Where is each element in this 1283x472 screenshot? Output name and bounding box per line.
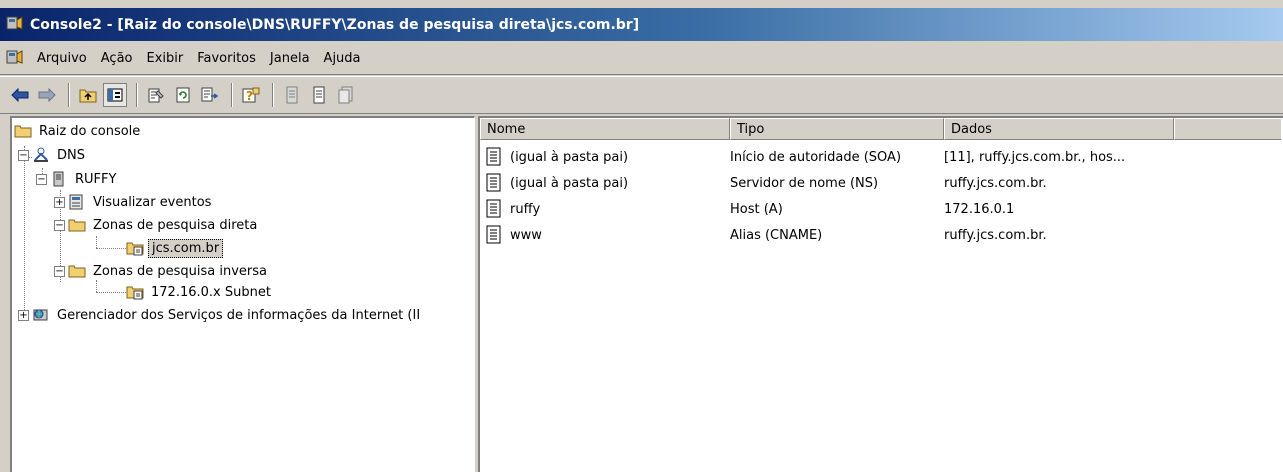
properties-icon[interactable]: [144, 83, 168, 107]
record-icon: [486, 173, 501, 192]
record-type: Servidor de nome (NS): [730, 175, 879, 191]
table-row[interactable]: (igual à pasta pai) Servidor de nome (NS…: [480, 170, 1200, 196]
record-icon: [486, 225, 501, 244]
server-icon: [53, 171, 64, 187]
record-data: [11], ruffy.jcs.com.br., hos...: [944, 149, 1126, 165]
tree-label: Zonas de pesquisa direta: [93, 217, 258, 233]
tree-node-subnet[interactable]: 172.16.0.x Subnet: [126, 281, 274, 303]
menu-janela[interactable]: Janela: [263, 49, 317, 68]
back-icon[interactable]: [8, 83, 32, 107]
console-tree-pane[interactable]: Raiz do console − DNS − RUFFY + Visualiz…: [10, 116, 475, 472]
toolbar-separator: [136, 83, 138, 107]
console-tree: Raiz do console − DNS − RUFFY + Visualiz…: [12, 118, 474, 472]
table-row[interactable]: (igual à pasta pai) Início de autoridade…: [480, 144, 1200, 170]
iis-icon: [33, 309, 48, 321]
cut-off-top-strip: [0, 0, 1283, 8]
record-name: ruffy: [510, 201, 541, 217]
record-name: (igual à pasta pai): [510, 175, 629, 191]
menu-arquivo[interactable]: Arquivo: [30, 49, 94, 68]
tree-label: Zonas de pesquisa inversa: [93, 263, 267, 279]
refresh-icon[interactable]: [171, 83, 195, 107]
menu-favoritos[interactable]: Favoritos: [190, 49, 263, 68]
tree-node-forward-zones[interactable]: − Zonas de pesquisa direta: [54, 214, 260, 236]
new-host-icon[interactable]: [307, 83, 331, 107]
tree-node-root[interactable]: Raiz do console: [14, 120, 143, 142]
svg-text:?: ?: [246, 89, 253, 103]
new-alias-icon[interactable]: [334, 83, 358, 107]
zone-icon: [126, 286, 144, 300]
table-row[interactable]: www Alias (CNAME) ruffy.jcs.com.br.: [480, 222, 1200, 248]
mmc-app-icon: [6, 14, 24, 35]
tree-line: [96, 236, 97, 248]
tree-label-selected: jcs.com.br: [148, 238, 224, 258]
event-viewer-icon: [69, 194, 83, 210]
folder-icon: [68, 265, 86, 278]
expand-toggle[interactable]: +: [18, 309, 29, 321]
menu-bar: Arquivo Ação Exibir Favoritos Janela Aju…: [0, 42, 1283, 75]
menu-exibir[interactable]: Exibir: [140, 49, 191, 68]
tree-line: [96, 292, 126, 293]
record-list-pane[interactable]: Nome Tipo Dados (igual à pasta pai) Iníc…: [478, 116, 1283, 472]
toolbar: ?: [0, 76, 1283, 114]
column-header-dados[interactable]: Dados: [944, 118, 1174, 140]
zone-icon: [126, 242, 144, 256]
tree-node-server[interactable]: − RUFFY: [36, 168, 119, 190]
record-data: 172.16.0.1: [944, 201, 1015, 217]
tree-node-iis[interactable]: + Gerenciador dos Serviços de informaçõe…: [18, 304, 423, 326]
record-icon: [486, 199, 501, 218]
collapse-toggle[interactable]: −: [54, 265, 65, 277]
new-record-icon[interactable]: [280, 83, 304, 107]
tree-label: Visualizar eventos: [93, 194, 212, 210]
list-header: Nome Tipo Dados: [480, 118, 1281, 140]
collapse-toggle[interactable]: −: [36, 173, 47, 185]
record-type: Início de autoridade (SOA): [730, 149, 902, 165]
tree-label: 172.16.0.x Subnet: [151, 284, 271, 300]
folder-icon: [14, 125, 32, 138]
collapse-toggle[interactable]: −: [18, 149, 29, 161]
up-folder-icon[interactable]: [76, 83, 100, 107]
dns-icon: [34, 147, 48, 162]
tree-line: [24, 146, 25, 310]
menu-acao[interactable]: Ação: [94, 49, 140, 68]
tree-label: Gerenciador dos Serviços de informações …: [57, 307, 421, 323]
toolbar-separator: [68, 83, 70, 107]
tree-node-zone-jcs[interactable]: jcs.com.br: [126, 237, 224, 259]
tree-line: [96, 248, 126, 249]
tree-node-dns[interactable]: − DNS: [18, 144, 88, 166]
record-type: Host (A): [730, 201, 783, 217]
record-icon: [486, 147, 501, 166]
menu-ajuda[interactable]: Ajuda: [317, 49, 368, 68]
expand-toggle[interactable]: +: [54, 196, 65, 208]
collapse-toggle[interactable]: −: [54, 219, 65, 231]
record-type: Alias (CNAME): [730, 227, 823, 243]
tree-label: DNS: [57, 147, 85, 163]
column-header-tipo[interactable]: Tipo: [730, 118, 944, 140]
tree-label: Raiz do console: [39, 123, 141, 139]
title-bar[interactable]: Console2 - [Raiz do console\DNS\RUFFY\Zo…: [0, 8, 1283, 41]
record-name: www: [510, 227, 542, 243]
column-header-nome[interactable]: Nome: [480, 118, 730, 140]
export-list-icon[interactable]: [198, 83, 222, 107]
folder-icon: [68, 219, 86, 232]
record-data: ruffy.jcs.com.br.: [944, 175, 1047, 191]
forward-icon[interactable]: [35, 83, 59, 107]
record-data: ruffy.jcs.com.br.: [944, 227, 1047, 243]
record-name: (igual à pasta pai): [510, 149, 629, 165]
toolbar-separator: [272, 83, 274, 107]
tree-node-events[interactable]: + Visualizar eventos: [54, 191, 214, 213]
show-hide-tree-icon[interactable]: [103, 83, 127, 107]
toolbar-separator: [231, 83, 233, 107]
document-system-icon[interactable]: [6, 48, 24, 69]
window-title: Console2 - [Raiz do console\DNS\RUFFY\Zo…: [30, 16, 640, 33]
help-icon[interactable]: ?: [239, 83, 263, 107]
table-row[interactable]: ruffy Host (A) 172.16.0.1: [480, 196, 1200, 222]
tree-node-reverse-zones[interactable]: − Zonas de pesquisa inversa: [54, 260, 270, 282]
tree-label: RUFFY: [75, 171, 117, 187]
column-header-empty: [1174, 118, 1281, 140]
